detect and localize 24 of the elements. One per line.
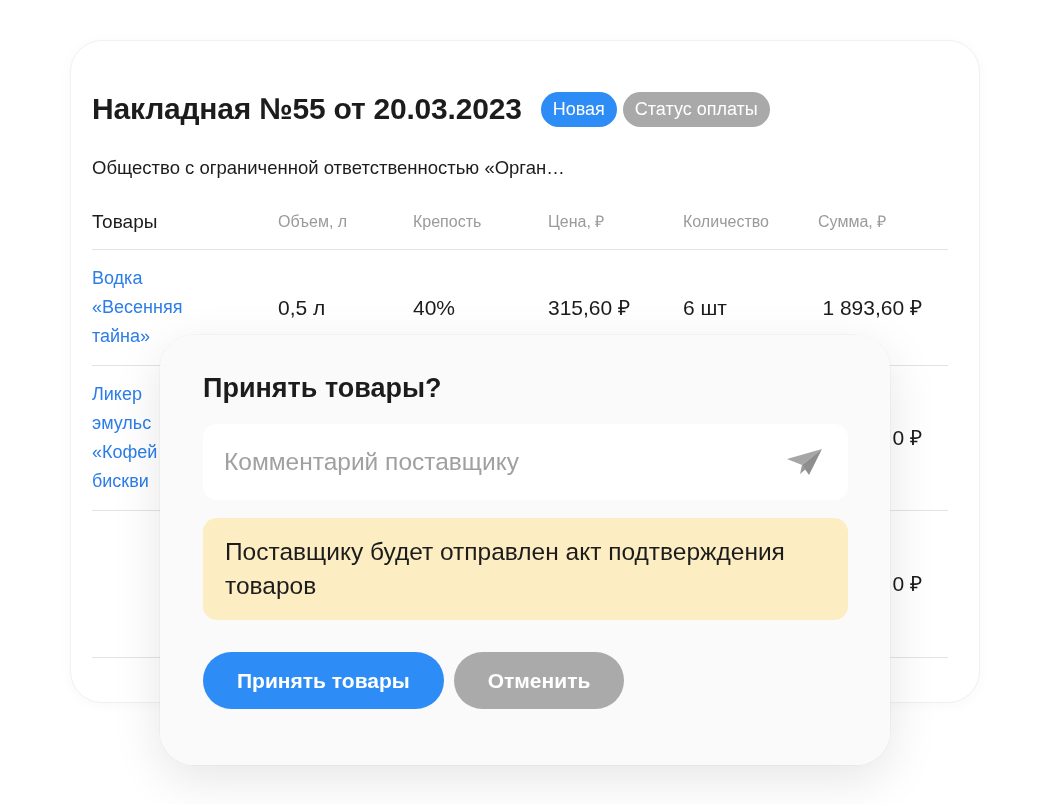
accept-button[interactable]: Принять товары bbox=[203, 652, 444, 709]
column-header: Количество bbox=[683, 212, 769, 232]
send-icon[interactable] bbox=[787, 449, 822, 475]
table-cell: 40% bbox=[413, 294, 456, 321]
comment-field[interactable]: Комментарий поставщику bbox=[203, 424, 848, 500]
dialog-title: Принять товары? bbox=[203, 372, 443, 405]
table-cell: 0 ₽ bbox=[892, 425, 922, 451]
column-header: Товары bbox=[92, 211, 158, 233]
table-cell: 1 893,60 ₽ bbox=[822, 294, 922, 321]
table-cell: 315,60 ₽ bbox=[548, 294, 631, 321]
payment-status-badge: Статус оплаты bbox=[622, 91, 770, 127]
info-notice: Поставщику будет отправлен акт подтверждения товаров bbox=[203, 518, 848, 620]
column-header: Цена, ₽ bbox=[548, 212, 605, 232]
product-link[interactable]: Водка «Весенняя тайна» bbox=[92, 264, 192, 351]
status-badge: Новая bbox=[540, 91, 617, 127]
column-header: Объем, л bbox=[278, 212, 348, 232]
column-header: Крепость bbox=[413, 212, 482, 232]
table-cell: 6 шт bbox=[683, 294, 727, 321]
supplier-name: Общество с ограниченной ответственностью «Орган… bbox=[92, 157, 566, 179]
table-cell: 0,5 л bbox=[278, 294, 326, 321]
cancel-button[interactable]: Отменить bbox=[453, 652, 625, 709]
invoice-title: Накладная №55 от 20.03.2023 bbox=[92, 91, 522, 127]
table-cell: 0 ₽ bbox=[892, 571, 922, 597]
column-header: Сумма, ₽ bbox=[818, 212, 887, 232]
